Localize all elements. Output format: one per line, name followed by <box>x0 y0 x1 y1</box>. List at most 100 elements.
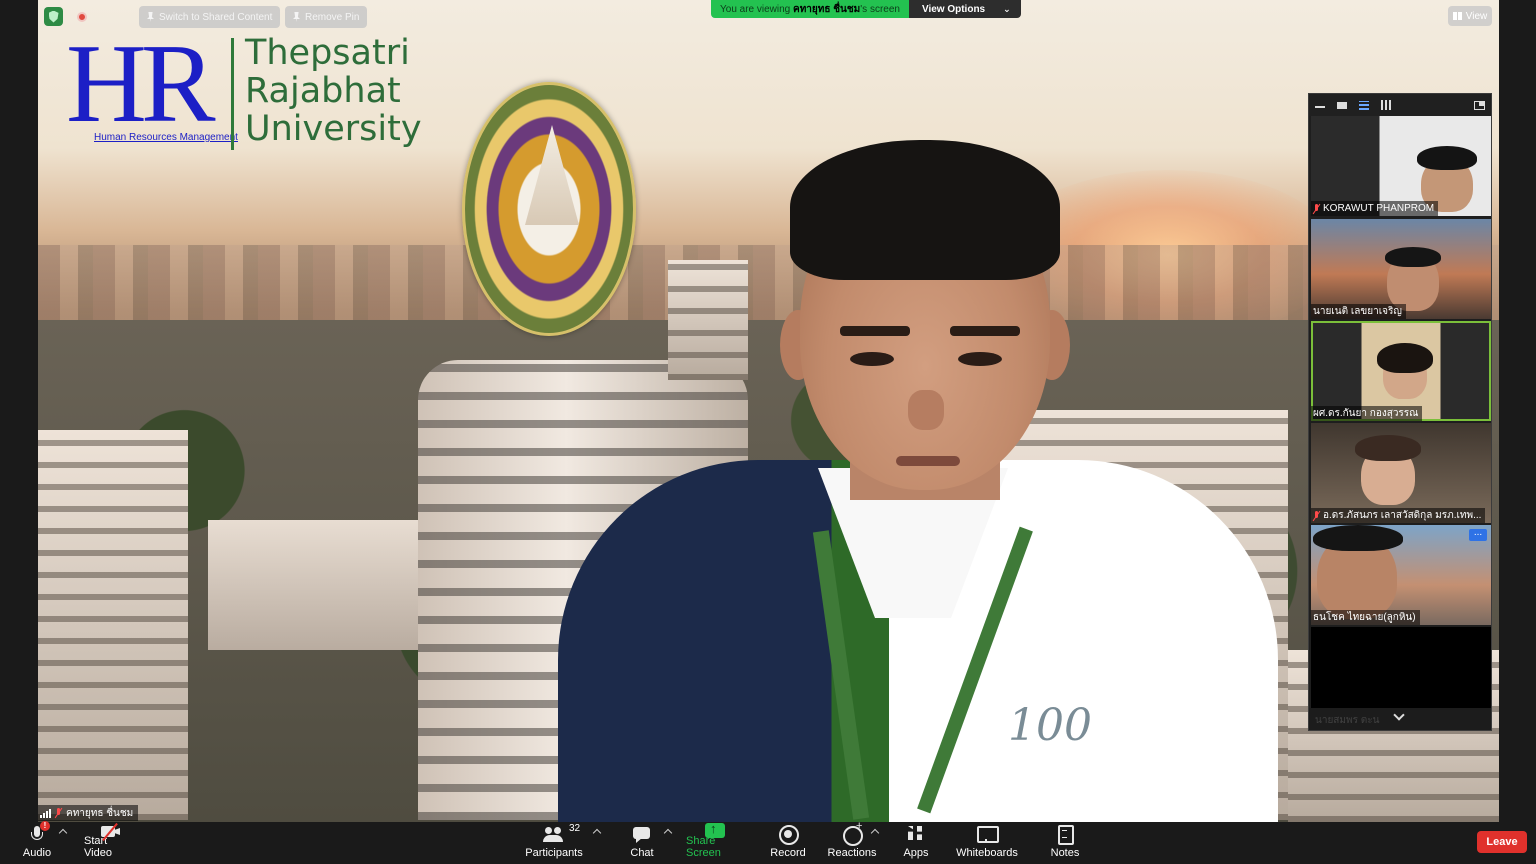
chevron-down-icon: ⌄ <box>1003 3 1011 14</box>
notes-icon <box>1054 825 1076 845</box>
apps-icon <box>905 825 927 843</box>
university-name: Thepsatri Rajabhat University <box>245 34 422 148</box>
participant-tile[interactable]: KORAWUT PHANPROM <box>1311 116 1491 216</box>
start-video-label: Start Video <box>84 835 112 859</box>
participant-name: ธนโชค ไทยฉาย(ลูกหิน) <box>1313 612 1416 623</box>
participant-tile[interactable]: อ.ดร.ภัสนภร เลาสวัสดิกุล มรภ.เทพ... <box>1311 423 1491 523</box>
chat-button[interactable]: Chat <box>628 822 656 864</box>
hr-logo-letters: HR <box>66 22 216 146</box>
participant-tile[interactable]: นายเนติ เลขยาเจริญ <box>1311 219 1491 319</box>
participant-name-tag: ผศ.ดร.กันยา กองสุวรรณ <box>1311 406 1423 421</box>
logo-divider <box>231 38 234 150</box>
presenter-brow-left <box>840 326 910 336</box>
mic-muted-icon <box>1313 203 1320 214</box>
viewing-label: You are viewing คทายุทธ ชื่นชม's screen <box>711 0 909 18</box>
record-button[interactable]: Record <box>769 822 807 864</box>
participant-tile-active-speaker[interactable]: ผศ.ดร.กันยา กองสุวรรณ <box>1311 321 1491 421</box>
share-screen-button[interactable]: Share Screen <box>686 821 746 864</box>
audio-label: Audio <box>22 847 52 859</box>
participant-hair <box>1313 525 1403 551</box>
reactions-button[interactable]: Reactions <box>827 820 877 864</box>
grid-view-icon <box>1452 12 1462 20</box>
shirt-emblem-100: 100 <box>1008 700 1092 751</box>
gallery-scroll-down[interactable]: นายสมพร ตะน <box>1309 708 1491 730</box>
switch-to-shared-content-button[interactable]: Switch to Shared Content <box>139 6 281 28</box>
participant-tile[interactable]: ... ธนโชค ไทยฉาย(ลูกหิน) <box>1311 525 1491 625</box>
presenter-mouth <box>896 456 960 466</box>
presenter: 100 <box>558 140 1278 822</box>
participant-count: 32 <box>569 823 581 834</box>
reactions-label: Reactions <box>827 847 877 859</box>
speaker-name-tag: คทายุทธ ชื่นชม <box>38 805 139 821</box>
presenter-hair <box>790 140 1060 280</box>
hidden-participant-name: นายสมพร ตะน <box>1315 715 1380 726</box>
building-roof <box>208 520 418 650</box>
reactions-icon <box>841 820 863 846</box>
minimize-icon[interactable] <box>1315 106 1325 108</box>
participants-options-caret-icon[interactable] <box>592 828 602 838</box>
presenter-brow-right <box>950 326 1020 336</box>
pop-out-icon[interactable] <box>1474 100 1485 110</box>
university-line-3: University <box>245 109 422 149</box>
strip-view-icon[interactable] <box>1359 100 1369 110</box>
participant-name: อ.ดร.ภัสนภร เลาสวัสดิกุล มรภ.เทพ... <box>1323 510 1482 521</box>
viewing-prefix: You are viewing <box>720 3 791 15</box>
participant-hair <box>1417 146 1477 170</box>
participant-name: นายเนติ เลขยาเจริญ <box>1313 306 1402 317</box>
view-layout-button[interactable]: View <box>1448 6 1492 26</box>
record-label: Record <box>770 847 806 859</box>
remove-pin-label: Remove Pin <box>305 11 360 23</box>
remove-pin-button[interactable]: Remove Pin <box>285 6 368 28</box>
participant-name-tag: KORAWUT PHANPROM <box>1311 201 1439 216</box>
zoom-meeting-window: HR Human Resources Management Thepsatri … <box>0 0 1536 864</box>
gallery-strip[interactable]: KORAWUT PHANPROM นายเนติ เลขยาเจริญ ผศ.ด… <box>1308 93 1492 731</box>
signal-strength-icon <box>40 808 51 818</box>
view-options-button[interactable]: View Options ⌄ <box>908 0 1021 18</box>
presenter-nose <box>908 390 944 430</box>
notes-button[interactable]: Notes <box>1050 822 1080 864</box>
participants-button[interactable]: 32 Participants <box>525 822 582 864</box>
viewing-screen-banner: You are viewing คทายุทธ ชื่นชม's screen … <box>711 0 1021 18</box>
participant-hair <box>1377 343 1433 373</box>
notes-label: Notes <box>1050 847 1080 859</box>
participant-name-tag: อ.ดร.ภัสนภร เลาสวัสดิกุล มรภ.เทพ... <box>1311 508 1486 523</box>
leave-button[interactable]: Leave <box>1477 831 1527 853</box>
pin-icon <box>293 12 300 22</box>
chat-label: Chat <box>630 847 654 859</box>
whiteboards-button[interactable]: Whiteboards <box>956 822 1018 864</box>
view-label: View <box>1465 10 1488 22</box>
shield-icon <box>48 10 59 23</box>
grid-view-icon[interactable] <box>1381 100 1391 110</box>
participants-icon: 32 <box>543 823 580 843</box>
more-options-icon[interactable]: ... <box>1469 528 1487 541</box>
main-video[interactable]: HR Human Resources Management Thepsatri … <box>38 0 1499 822</box>
viewing-suffix: 's screen <box>860 3 900 15</box>
encryption-shield-icon[interactable] <box>44 7 63 26</box>
start-video-button[interactable]: Start Video <box>84 822 138 864</box>
hr-logo-subtitle: Human Resources Management <box>94 132 238 143</box>
share-screen-label: Share Screen <box>686 835 721 859</box>
record-icon <box>777 825 799 845</box>
participant-hair <box>1385 247 1441 267</box>
microphone-icon: ! <box>26 821 50 843</box>
chat-options-caret-icon[interactable] <box>663 828 673 838</box>
chevron-down-icon <box>1393 709 1405 721</box>
video-camera-icon <box>100 822 122 842</box>
viewing-name: คทายุทธ ชื่นชม <box>793 3 861 15</box>
audio-options-caret-icon[interactable] <box>58 828 68 838</box>
audio-warning-badge: ! <box>40 821 50 831</box>
pin-icon <box>147 12 154 22</box>
university-line-1: Thepsatri <box>245 33 410 73</box>
gallery-toolbar <box>1309 94 1491 116</box>
mic-muted-icon <box>1313 510 1320 521</box>
single-video-icon[interactable] <box>1337 101 1347 109</box>
participant-tile-empty[interactable] <box>1311 627 1491 709</box>
apps-label: Apps <box>903 847 929 859</box>
recording-indicator-icon[interactable] <box>72 7 91 26</box>
apps-button[interactable]: Apps <box>901 822 931 864</box>
presenter-eye-right <box>958 352 1002 366</box>
switch-shared-label: Switch to Shared Content <box>159 11 273 23</box>
audio-button[interactable]: ! Audio <box>22 821 52 864</box>
record-dot-icon <box>76 11 87 22</box>
meeting-toolbar: ! Audio Start Video 32 Participants Chat… <box>0 820 1536 864</box>
